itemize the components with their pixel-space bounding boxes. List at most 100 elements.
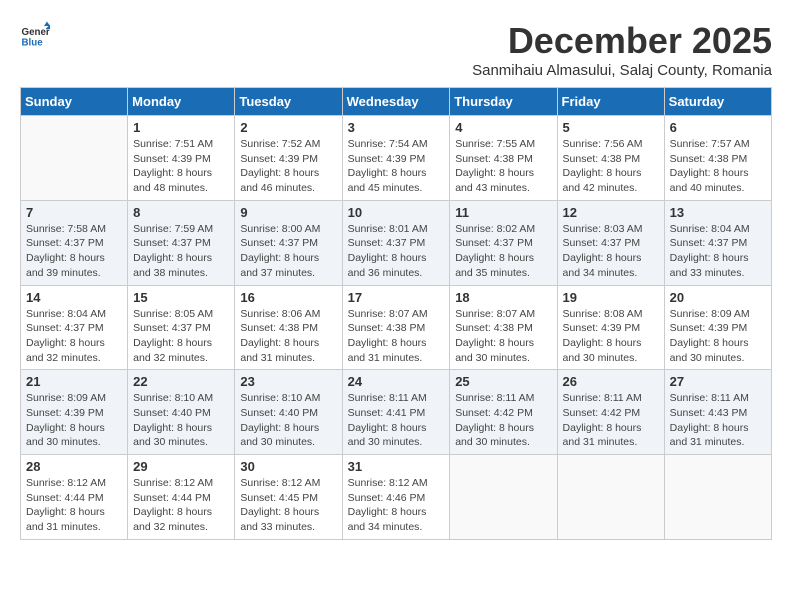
calendar-day-cell: 3Sunrise: 7:54 AMSunset: 4:39 PMDaylight…: [342, 116, 450, 201]
day-info: Sunrise: 8:10 AMSunset: 4:40 PMDaylight:…: [133, 391, 229, 450]
day-info: Sunrise: 7:51 AMSunset: 4:39 PMDaylight:…: [133, 137, 229, 196]
day-info: Sunrise: 8:08 AMSunset: 4:39 PMDaylight:…: [563, 307, 659, 366]
calendar-day-cell: 31 Sunrise: 8:12 AMSunset: 4:46 PMDayligh…: [342, 455, 450, 540]
day-info: Sunrise: 7:56 AMSunset: 4:38 PMDaylight:…: [563, 137, 659, 196]
calendar-day-cell: 28 Sunrise: 8:12 AMSunset: 4:44 PMDayligh…: [21, 455, 128, 540]
calendar-day-cell: 21 Sunrise: 8:09 AMSunset: 4:39 PMDayligh…: [21, 370, 128, 455]
calendar-week-row: 1 Sunrise: 7:51 AMSunset: 4:39 PMDaylight…: [21, 116, 772, 201]
calendar-day-cell: 2Sunrise: 7:52 AMSunset: 4:39 PMDaylight…: [235, 116, 342, 201]
calendar-day-cell: 20 Sunrise: 8:09 AMSunset: 4:39 PMDayligh…: [664, 285, 771, 370]
logo-icon: General Blue: [20, 20, 50, 50]
calendar-day-cell: 4Sunrise: 7:55 AMSunset: 4:38 PMDaylight…: [450, 116, 557, 201]
day-info: Sunrise: 8:12 AMSunset: 4:44 PMDaylight:…: [133, 476, 229, 535]
calendar-title: December 2025: [472, 20, 772, 62]
day-info: Sunrise: 7:59 AMSunset: 4:37 PMDaylight:…: [133, 222, 229, 281]
day-number: 9: [240, 205, 336, 220]
day-number: 19: [563, 290, 659, 305]
svg-text:Blue: Blue: [22, 38, 44, 49]
day-info: Sunrise: 8:04 AMSunset: 4:37 PMDaylight:…: [670, 222, 766, 281]
day-info: Sunrise: 8:05 AMSunset: 4:37 PMDaylight:…: [133, 307, 229, 366]
day-info: Sunrise: 8:09 AMSunset: 4:39 PMDaylight:…: [26, 391, 122, 450]
day-number: 14: [26, 290, 122, 305]
calendar-subtitle: Sanmihaiu Almasului, Salaj County, Roman…: [472, 62, 772, 79]
calendar-day-cell: 22 Sunrise: 8:10 AMSunset: 4:40 PMDayligh…: [128, 370, 235, 455]
calendar-day-cell: 1 Sunrise: 7:51 AMSunset: 4:39 PMDaylight…: [128, 116, 235, 201]
day-number: 20: [670, 290, 766, 305]
day-info: Sunrise: 8:04 AMSunset: 4:37 PMDaylight:…: [26, 307, 122, 366]
page-header: General Blue December 2025 Sanmihaiu Alm…: [20, 20, 772, 79]
day-info: Sunrise: 8:00 AMSunset: 4:37 PMDaylight:…: [240, 222, 336, 281]
calendar-day-cell: 23 Sunrise: 8:10 AMSunset: 4:40 PMDayligh…: [235, 370, 342, 455]
day-number: 8: [133, 205, 229, 220]
day-number: 5: [563, 120, 659, 135]
calendar-day-cell: 24 Sunrise: 8:11 AMSunset: 4:41 PMDayligh…: [342, 370, 450, 455]
calendar-day-cell: 12 Sunrise: 8:03 AMSunset: 4:37 PMDayligh…: [557, 200, 664, 285]
day-info: Sunrise: 8:11 AMSunset: 4:43 PMDaylight:…: [670, 391, 766, 450]
calendar-table: SundayMondayTuesdayWednesdayThursdayFrid…: [20, 87, 772, 540]
day-info: Sunrise: 8:02 AMSunset: 4:37 PMDaylight:…: [455, 222, 551, 281]
day-number: 21: [26, 374, 122, 389]
day-info: Sunrise: 8:12 AMSunset: 4:45 PMDaylight:…: [240, 476, 336, 535]
weekday-header-cell: Thursday: [450, 88, 557, 116]
calendar-day-cell: 15Sunrise: 8:05 AMSunset: 4:37 PMDayligh…: [128, 285, 235, 370]
logo: General Blue: [20, 20, 52, 50]
calendar-week-row: 21 Sunrise: 8:09 AMSunset: 4:39 PMDayligh…: [21, 370, 772, 455]
day-number: 16: [240, 290, 336, 305]
day-number: 18: [455, 290, 551, 305]
day-info: Sunrise: 8:01 AMSunset: 4:37 PMDaylight:…: [348, 222, 445, 281]
calendar-day-cell: 29 Sunrise: 8:12 AMSunset: 4:44 PMDayligh…: [128, 455, 235, 540]
calendar-body: 1 Sunrise: 7:51 AMSunset: 4:39 PMDaylight…: [21, 116, 772, 540]
calendar-day-cell: 5 Sunrise: 7:56 AMSunset: 4:38 PMDaylight…: [557, 116, 664, 201]
calendar-day-cell: 9 Sunrise: 8:00 AMSunset: 4:37 PMDaylight…: [235, 200, 342, 285]
day-number: 28: [26, 459, 122, 474]
calendar-day-cell: 7Sunrise: 7:58 AMSunset: 4:37 PMDaylight…: [21, 200, 128, 285]
weekday-header-cell: Monday: [128, 88, 235, 116]
day-number: 26: [563, 374, 659, 389]
day-info: Sunrise: 8:03 AMSunset: 4:37 PMDaylight:…: [563, 222, 659, 281]
day-info: Sunrise: 8:11 AMSunset: 4:41 PMDaylight:…: [348, 391, 445, 450]
weekday-header-cell: Friday: [557, 88, 664, 116]
day-number: 31: [348, 459, 445, 474]
day-info: Sunrise: 8:12 AMSunset: 4:44 PMDaylight:…: [26, 476, 122, 535]
day-number: 17: [348, 290, 445, 305]
weekday-header-cell: Wednesday: [342, 88, 450, 116]
day-info: Sunrise: 8:12 AMSunset: 4:46 PMDaylight:…: [348, 476, 445, 535]
title-block: December 2025 Sanmihaiu Almasului, Salaj…: [472, 20, 772, 79]
calendar-day-cell: 27 Sunrise: 8:11 AMSunset: 4:43 PMDayligh…: [664, 370, 771, 455]
day-number: 27: [670, 374, 766, 389]
day-info: Sunrise: 8:11 AMSunset: 4:42 PMDaylight:…: [455, 391, 551, 450]
weekday-header-cell: Saturday: [664, 88, 771, 116]
day-info: Sunrise: 8:10 AMSunset: 4:40 PMDaylight:…: [240, 391, 336, 450]
day-info: Sunrise: 8:07 AMSunset: 4:38 PMDaylight:…: [455, 307, 551, 366]
calendar-day-cell: 17 Sunrise: 8:07 AMSunset: 4:38 PMDayligh…: [342, 285, 450, 370]
day-info: Sunrise: 7:58 AMSunset: 4:37 PMDaylight:…: [26, 222, 122, 281]
calendar-day-cell: 10Sunrise: 8:01 AMSunset: 4:37 PMDayligh…: [342, 200, 450, 285]
day-info: Sunrise: 8:09 AMSunset: 4:39 PMDaylight:…: [670, 307, 766, 366]
day-info: Sunrise: 7:54 AMSunset: 4:39 PMDaylight:…: [348, 137, 445, 196]
day-number: 23: [240, 374, 336, 389]
weekday-header-cell: Sunday: [21, 88, 128, 116]
day-number: 1: [133, 120, 229, 135]
day-number: 11: [455, 205, 551, 220]
day-number: 12: [563, 205, 659, 220]
calendar-day-cell: 19 Sunrise: 8:08 AMSunset: 4:39 PMDayligh…: [557, 285, 664, 370]
day-number: 13: [670, 205, 766, 220]
calendar-day-cell: 25Sunrise: 8:11 AMSunset: 4:42 PMDayligh…: [450, 370, 557, 455]
day-number: 24: [348, 374, 445, 389]
day-number: 22: [133, 374, 229, 389]
calendar-day-cell: [21, 116, 128, 201]
calendar-day-cell: 30 Sunrise: 8:12 AMSunset: 4:45 PMDayligh…: [235, 455, 342, 540]
calendar-day-cell: 14 Sunrise: 8:04 AMSunset: 4:37 PMDayligh…: [21, 285, 128, 370]
day-number: 6: [670, 120, 766, 135]
day-info: Sunrise: 7:57 AMSunset: 4:38 PMDaylight:…: [670, 137, 766, 196]
calendar-week-row: 7Sunrise: 7:58 AMSunset: 4:37 PMDaylight…: [21, 200, 772, 285]
day-info: Sunrise: 7:55 AMSunset: 4:38 PMDaylight:…: [455, 137, 551, 196]
day-info: Sunrise: 8:07 AMSunset: 4:38 PMDaylight:…: [348, 307, 445, 366]
weekday-header-row: SundayMondayTuesdayWednesdayThursdayFrid…: [21, 88, 772, 116]
day-info: Sunrise: 8:06 AMSunset: 4:38 PMDaylight:…: [240, 307, 336, 366]
day-number: 29: [133, 459, 229, 474]
day-number: 30: [240, 459, 336, 474]
day-info: Sunrise: 7:52 AMSunset: 4:39 PMDaylight:…: [240, 137, 336, 196]
weekday-header-cell: Tuesday: [235, 88, 342, 116]
calendar-day-cell: 13 Sunrise: 8:04 AMSunset: 4:37 PMDayligh…: [664, 200, 771, 285]
